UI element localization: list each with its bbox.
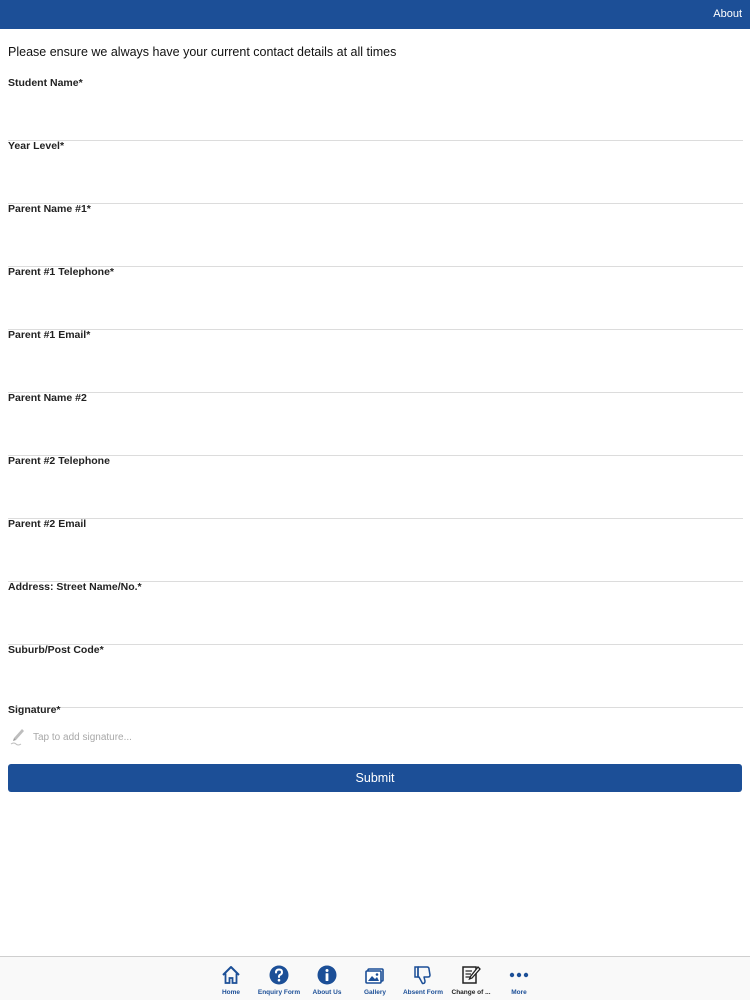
field-parent2-telephone: Parent #2 Telephone	[8, 455, 743, 519]
pen-icon	[10, 729, 24, 746]
signature-label: Signature*	[8, 704, 61, 716]
field-parent1-email: Parent #1 Email*	[8, 329, 743, 393]
parent1-email-input[interactable]	[8, 349, 743, 383]
parent2-telephone-input[interactable]	[8, 475, 743, 509]
submit-button[interactable]: Submit	[8, 764, 742, 792]
home-icon	[222, 966, 240, 984]
thumbs-down-icon	[414, 966, 431, 985]
bottom-tab-bar: Home Enquiry Form About Us Gallery Absen…	[0, 956, 750, 1000]
year-level-input[interactable]	[8, 160, 743, 194]
student-name-input[interactable]	[8, 97, 743, 131]
about-link[interactable]: About	[713, 8, 742, 20]
gallery-icon	[365, 968, 384, 984]
field-parent1-telephone: Parent #1 Telephone*	[8, 266, 743, 330]
tab-home[interactable]: Home	[207, 957, 255, 1000]
field-parent2-name: Parent Name #2	[8, 392, 743, 456]
signature-pad[interactable]: Tap to add signature...	[8, 727, 308, 749]
tab-gallery[interactable]: Gallery	[351, 957, 399, 1000]
parent2-name-input[interactable]	[8, 412, 743, 446]
field-label: Year Level*	[8, 140, 65, 152]
parent1-name-input[interactable]	[8, 223, 743, 257]
field-label: Student Name*	[8, 77, 83, 89]
signature-placeholder: Tap to add signature...	[33, 732, 132, 743]
field-suburb-postcode: Suburb/Post Code*	[8, 644, 743, 708]
suburb-postcode-input[interactable]	[8, 664, 743, 698]
tab-absent-form[interactable]: Absent Form	[399, 957, 447, 1000]
address-input[interactable]	[8, 601, 743, 635]
field-year-level: Year Level*	[8, 140, 743, 204]
field-label: Address: Street Name/No.*	[8, 581, 142, 593]
form-intro: Please ensure we always have your curren…	[8, 45, 397, 59]
parent1-telephone-input[interactable]	[8, 286, 743, 320]
tab-enquiry-form[interactable]: Enquiry Form	[255, 957, 303, 1000]
field-label: Parent #2 Telephone	[8, 455, 110, 467]
more-icon	[509, 972, 529, 978]
question-icon	[269, 965, 289, 985]
parent2-email-input[interactable]	[8, 538, 743, 572]
field-parent1-name: Parent Name #1*	[8, 203, 743, 267]
edit-document-icon	[462, 966, 481, 984]
field-label: Parent #1 Email*	[8, 329, 91, 341]
page: About Please ensure we always have your …	[0, 0, 750, 1000]
field-label: Suburb/Post Code*	[8, 644, 104, 656]
field-address: Address: Street Name/No.*	[8, 581, 743, 645]
field-label: Parent #2 Email	[8, 518, 87, 530]
tab-change-of[interactable]: Change of ...	[447, 957, 495, 1000]
field-student-name: Student Name*	[8, 77, 743, 141]
tab-about-us[interactable]: About Us	[303, 957, 351, 1000]
field-label: Parent Name #2	[8, 392, 87, 404]
tab-label: More	[511, 989, 527, 996]
field-label: Parent Name #1*	[8, 203, 91, 215]
info-icon	[317, 965, 337, 985]
field-parent2-email: Parent #2 Email	[8, 518, 743, 582]
field-label: Parent #1 Telephone*	[8, 266, 115, 278]
top-nav-bar: About	[0, 0, 750, 29]
tab-more[interactable]: More	[495, 957, 543, 1000]
